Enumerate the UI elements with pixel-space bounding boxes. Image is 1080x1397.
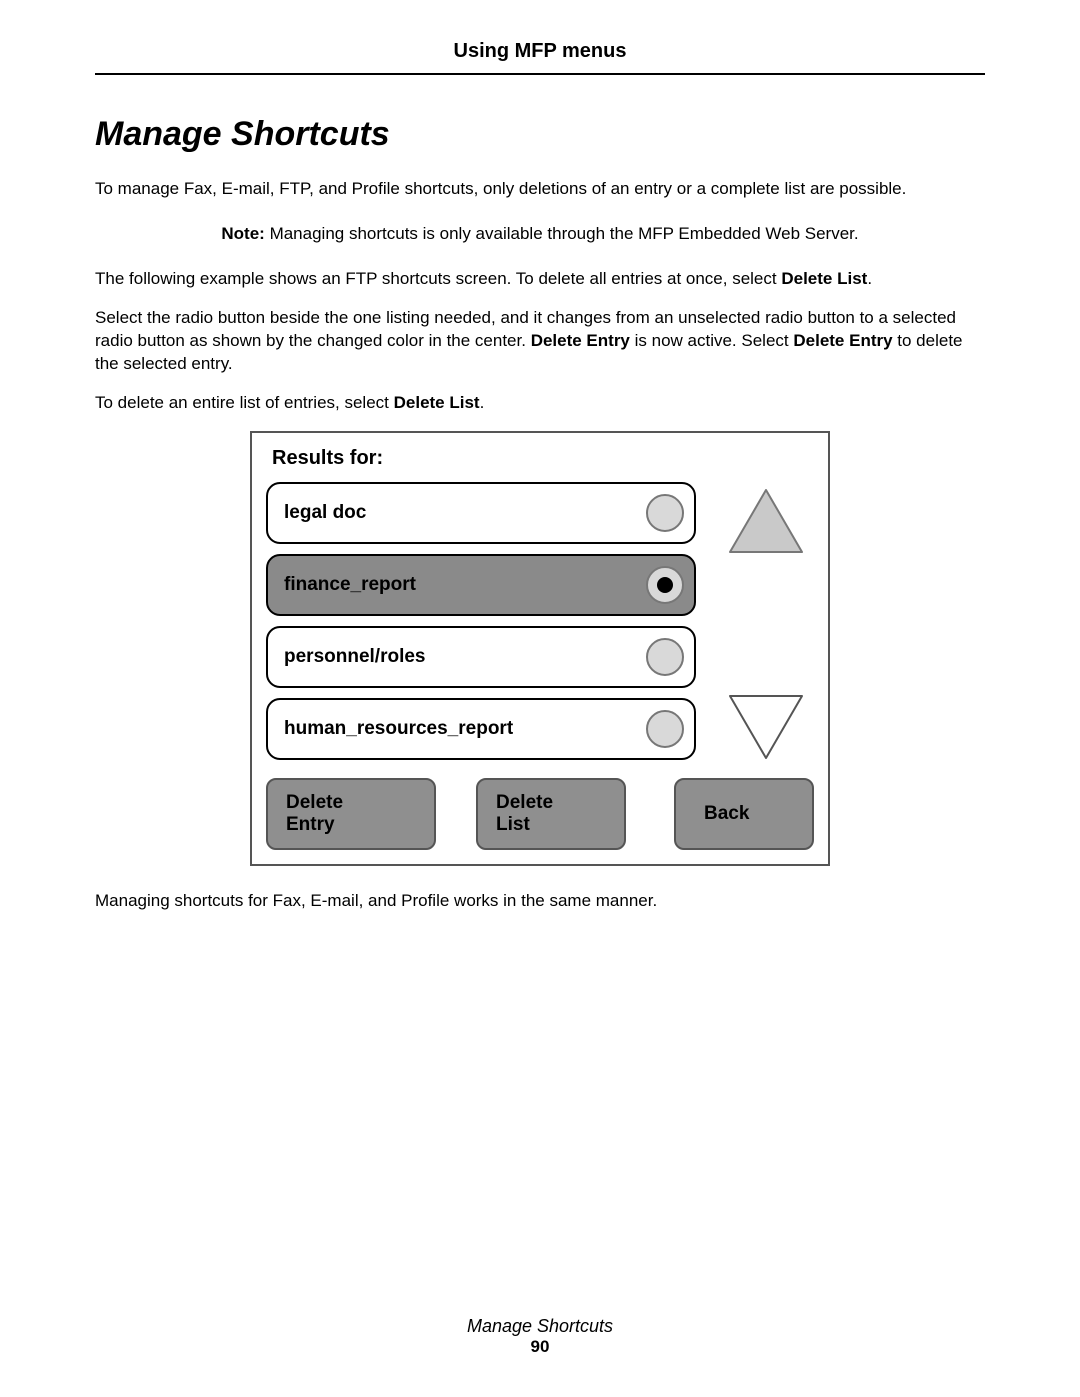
- list-item[interactable]: personnel/roles: [266, 626, 696, 688]
- back-label: Back: [704, 803, 749, 825]
- back-button[interactable]: Back: [674, 778, 814, 850]
- page-footer: Manage Shortcuts 90: [0, 1316, 1080, 1357]
- radio-unselected-icon[interactable]: [646, 638, 684, 676]
- scroll-down-button[interactable]: [726, 692, 806, 758]
- p3b: Delete Entry: [531, 331, 630, 350]
- delete-list-line2: List: [496, 814, 553, 836]
- list-item[interactable]: legal doc: [266, 482, 696, 544]
- radio-unselected-icon[interactable]: [646, 710, 684, 748]
- entry-label: legal doc: [284, 502, 366, 524]
- radio-unselected-icon[interactable]: [646, 494, 684, 532]
- section-title: Manage Shortcuts: [95, 115, 985, 154]
- p2b: Delete List: [781, 269, 867, 288]
- results-for-label: Results for:: [272, 447, 814, 470]
- entries-list: legal doc finance_report personnel/roles…: [266, 482, 696, 770]
- screen: Results for: legal doc finance_report pe…: [250, 431, 830, 866]
- p4a: To delete an entire list of entries, sel…: [95, 393, 394, 412]
- scroll-up-button[interactable]: [726, 486, 806, 552]
- radio-dot-icon: [657, 577, 673, 593]
- p4c: .: [480, 393, 485, 412]
- note-body: Managing shortcuts is only available thr…: [265, 224, 859, 243]
- running-head: Using MFP menus: [95, 40, 985, 73]
- p2c: .: [867, 269, 872, 288]
- screenshot-panel: Results for: legal doc finance_report pe…: [250, 431, 830, 866]
- delete-entry-line1: Delete: [286, 792, 343, 814]
- paragraph-example: The following example shows an FTP short…: [95, 268, 985, 291]
- paragraph-closing: Managing shortcuts for Fax, E-mail, and …: [95, 890, 985, 913]
- footer-page-number: 90: [0, 1337, 1080, 1357]
- paragraph-intro: To manage Fax, E-mail, FTP, and Profile …: [95, 178, 985, 201]
- delete-entry-line2: Entry: [286, 814, 343, 836]
- p4b: Delete List: [394, 393, 480, 412]
- list-item[interactable]: human_resources_report: [266, 698, 696, 760]
- entry-label: finance_report: [284, 574, 416, 596]
- delete-entry-button[interactable]: Delete Entry: [266, 778, 436, 850]
- p3c: is now active. Select: [630, 331, 793, 350]
- entry-label: personnel/roles: [284, 646, 426, 668]
- delete-list-line1: Delete: [496, 792, 553, 814]
- p2a: The following example shows an FTP short…: [95, 269, 781, 288]
- paragraph-select: Select the radio button beside the one l…: [95, 307, 985, 376]
- paragraph-note: Note: Managing shortcuts is only availab…: [95, 223, 985, 246]
- delete-list-button[interactable]: Delete List: [476, 778, 626, 850]
- list-item[interactable]: finance_report: [266, 554, 696, 616]
- footer-title: Manage Shortcuts: [0, 1316, 1080, 1337]
- note-prefix: Note:: [221, 224, 264, 243]
- radio-selected-icon[interactable]: [646, 566, 684, 604]
- entry-label: human_resources_report: [284, 718, 513, 740]
- p3d: Delete Entry: [793, 331, 892, 350]
- header-rule: [95, 73, 985, 75]
- paragraph-delete-list: To delete an entire list of entries, sel…: [95, 392, 985, 415]
